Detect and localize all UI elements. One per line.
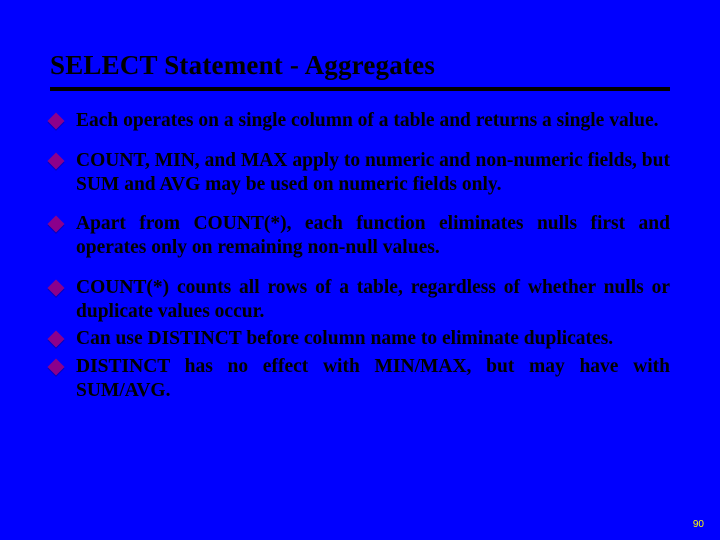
bullet-text: Apart from COUNT(*), each function elimi… [76,212,670,260]
list-item: COUNT(*) counts all rows of a table, reg… [50,276,670,324]
bullet-text: Each operates on a single column of a ta… [76,109,670,133]
page-number: 90 [693,519,704,530]
bullet-text: Can use DISTINCT before column name to e… [76,327,670,351]
bullet-list: Each operates on a single column of a ta… [50,109,670,403]
list-item: COUNT, MIN, and MAX apply to numeric and… [50,149,670,197]
bullet-icon [48,113,65,130]
list-item: Can use DISTINCT before column name to e… [50,327,670,351]
slide-title: SELECT Statement - Aggregates [50,50,670,91]
bullet-text: DISTINCT has no effect with MIN/MAX, but… [76,355,670,403]
bullet-icon [48,331,65,348]
slide: SELECT Statement - Aggregates Each opera… [0,0,720,540]
bullet-icon [48,216,65,233]
list-item: Apart from COUNT(*), each function elimi… [50,212,670,260]
bullet-icon [48,152,65,169]
list-item: Each operates on a single column of a ta… [50,109,670,133]
bullet-text: COUNT(*) counts all rows of a table, reg… [76,276,670,324]
bullet-icon [48,359,65,376]
bullet-text: COUNT, MIN, and MAX apply to numeric and… [76,149,670,197]
list-item: DISTINCT has no effect with MIN/MAX, but… [50,355,670,403]
bullet-icon [48,279,65,296]
